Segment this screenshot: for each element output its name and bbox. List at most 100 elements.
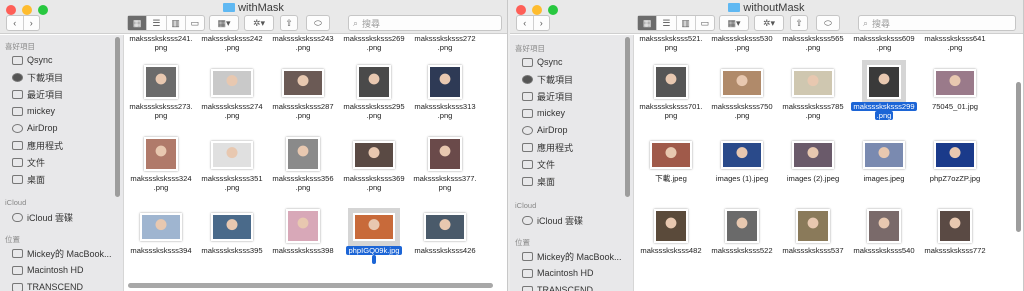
- file-item[interactable]: maksssksksss522: [706, 205, 778, 263]
- icon-view-icon[interactable]: ▦: [128, 16, 148, 30]
- search-icon: ⌕: [353, 17, 359, 28]
- chevron-left-icon[interactable]: ‹: [517, 16, 534, 30]
- sidebar-item-icloud-drive[interactable]: iCloud 雲碟: [12, 210, 73, 224]
- sidebar-item-downloads[interactable]: 下載項目: [12, 70, 63, 84]
- file-item[interactable]: maksssksksss537: [777, 205, 849, 263]
- chevron-right-icon[interactable]: ›: [24, 16, 40, 30]
- sidebar-item-macbook[interactable]: Mickey的 MacBook...: [12, 246, 112, 260]
- disk-icon: [522, 285, 533, 291]
- cloud-icon: [522, 215, 533, 225]
- file-name: maksssksksss369 .png: [338, 174, 410, 192]
- gallery-view-icon[interactable]: ▭: [696, 16, 714, 30]
- column-view-icon[interactable]: ▥: [677, 16, 696, 30]
- image-thumbnail: [796, 209, 830, 243]
- sidebar-item-airdrop[interactable]: AirDrop: [12, 121, 58, 135]
- file-item[interactable]: maksssksksss540: [848, 205, 920, 263]
- file-item[interactable]: maksssksksss369 .png: [338, 133, 410, 192]
- sidebar-item-applications[interactable]: 應用程式: [12, 138, 63, 152]
- file-item[interactable]: maksssksksss482: [635, 205, 707, 263]
- file-item[interactable]: phpZ7ozZP.jpg: [919, 133, 991, 191]
- file-item[interactable]: 下載.jpeg: [635, 133, 707, 191]
- sidebar-item-transcend[interactable]: TRANSCEND: [12, 280, 83, 291]
- sidebar-item-home[interactable]: mickey: [12, 104, 55, 118]
- sidebar-item-documents[interactable]: 文件: [522, 157, 555, 171]
- sidebar-item-macbook[interactable]: Mickey的 MacBook...: [522, 249, 622, 263]
- window-title: withMask: [0, 2, 507, 14]
- image-thumbnail: [863, 141, 905, 169]
- file-item[interactable]: maksssksksss351 .png: [196, 133, 268, 192]
- list-view-icon[interactable]: ☰: [147, 16, 167, 30]
- file-name: maksssksksss530 .png: [706, 34, 778, 52]
- file-item[interactable]: maksssksksss356 .png: [267, 133, 339, 192]
- file-item[interactable]: maksssksksss785 .png: [777, 61, 849, 120]
- file-item[interactable]: images.jpeg: [848, 133, 920, 191]
- file-name: maksssksksss785 .png: [777, 102, 849, 120]
- file-item[interactable]: maksssksksss701. png: [635, 61, 707, 120]
- action-button[interactable]: ✲ ▾: [244, 15, 274, 31]
- desktop-icon: [522, 176, 533, 186]
- share-button[interactable]: ⇧: [790, 15, 808, 31]
- file-name-line: maksssksksss295: [343, 102, 405, 111]
- icon-view-icon[interactable]: ▦: [638, 16, 658, 30]
- file-item[interactable]: images (1).jpeg: [706, 133, 778, 191]
- sidebar-item-macintosh-hd[interactable]: Macintosh HD: [522, 266, 594, 280]
- sidebar-item-documents[interactable]: 文件: [12, 155, 45, 169]
- sidebar-item-qsync[interactable]: Qsync: [12, 53, 53, 67]
- file-item[interactable]: 75045_01.jpg: [919, 61, 991, 119]
- search-field[interactable]: ⌕ 搜尋: [348, 15, 502, 31]
- file-item[interactable]: maksssksksss299 .png: [848, 60, 920, 120]
- sidebar-item-desktop[interactable]: 桌面: [12, 172, 45, 186]
- file-item[interactable]: maksssksksss394: [125, 205, 197, 263]
- file-item[interactable]: maksssksksss295 .png: [338, 61, 410, 120]
- tag-button[interactable]: ⬭: [816, 15, 840, 31]
- file-name: maksssksksss243 .png: [267, 34, 339, 52]
- sidebar-item-qsync[interactable]: Qsync: [522, 55, 563, 69]
- group-button[interactable]: ▦ ▾: [719, 15, 749, 31]
- file-item[interactable]: phpIGQ09k.jpg: [338, 205, 410, 264]
- file-extension: .png: [805, 43, 821, 52]
- share-button[interactable]: ⇧: [280, 15, 298, 31]
- file-item[interactable]: maksssksksss426: [409, 205, 481, 263]
- sidebar-item-downloads[interactable]: 下載項目: [522, 72, 573, 86]
- file-name: maksssksksss426: [409, 246, 481, 255]
- chevron-right-icon[interactable]: ›: [534, 16, 550, 30]
- image-thumbnail: [348, 208, 400, 246]
- chevron-left-icon[interactable]: ‹: [7, 16, 24, 30]
- file-item[interactable]: maksssksksss377. png: [409, 133, 481, 192]
- list-view-icon[interactable]: ☰: [657, 16, 677, 30]
- file-item[interactable]: maksssksksss398: [267, 205, 339, 263]
- content-scrollbar[interactable]: [1016, 82, 1021, 232]
- image-thumbnail: [938, 209, 972, 243]
- sidebar-item-icloud-drive[interactable]: iCloud 雲碟: [522, 213, 583, 227]
- image-thumbnail: [286, 137, 320, 171]
- sidebar-scrollbar[interactable]: [115, 37, 120, 197]
- column-view-icon[interactable]: ▥: [167, 16, 186, 30]
- horizontal-scrollbar[interactable]: [128, 283, 493, 288]
- action-button[interactable]: ✲ ▾: [754, 15, 784, 31]
- file-item[interactable]: maksssksksss772: [919, 205, 991, 263]
- file-name-line: 75045_01.jpg: [931, 102, 979, 111]
- tag-button[interactable]: ⬭: [306, 15, 330, 31]
- file-item[interactable]: maksssksksss750 .png: [706, 61, 778, 120]
- sidebar-item-airdrop[interactable]: AirDrop: [522, 123, 568, 137]
- group-button[interactable]: ▦ ▾: [209, 15, 239, 31]
- sidebar-item-applications[interactable]: 應用程式: [522, 140, 573, 154]
- file-item[interactable]: maksssksksss313 .png: [409, 61, 481, 120]
- sidebar-item-desktop[interactable]: 桌面: [522, 174, 555, 188]
- file-item[interactable]: maksssksksss395: [196, 205, 268, 263]
- sidebar-item-macintosh-hd[interactable]: Macintosh HD: [12, 263, 84, 277]
- file-item[interactable]: maksssksksss287 .png: [267, 61, 339, 120]
- file-name-line: maksssksksss609: [853, 34, 915, 43]
- sidebar-item-transcend[interactable]: TRANSCEND: [522, 283, 593, 291]
- file-item[interactable]: maksssksksss324 .png: [125, 133, 197, 192]
- file-item[interactable]: maksssksksss274 .png: [196, 61, 268, 120]
- file-item[interactable]: maksssksksss273. png: [125, 61, 197, 120]
- search-field[interactable]: ⌕ 搜尋: [858, 15, 1016, 31]
- laptop-icon: [522, 251, 533, 261]
- gallery-view-icon[interactable]: ▭: [186, 16, 204, 30]
- sidebar-item-recents[interactable]: 最近項目: [12, 87, 63, 101]
- file-item[interactable]: images (2).jpeg: [777, 133, 849, 191]
- sidebar-item-recents[interactable]: 最近項目: [522, 89, 573, 103]
- sidebar-item-home[interactable]: mickey: [522, 106, 565, 120]
- sidebar-scrollbar[interactable]: [625, 37, 630, 197]
